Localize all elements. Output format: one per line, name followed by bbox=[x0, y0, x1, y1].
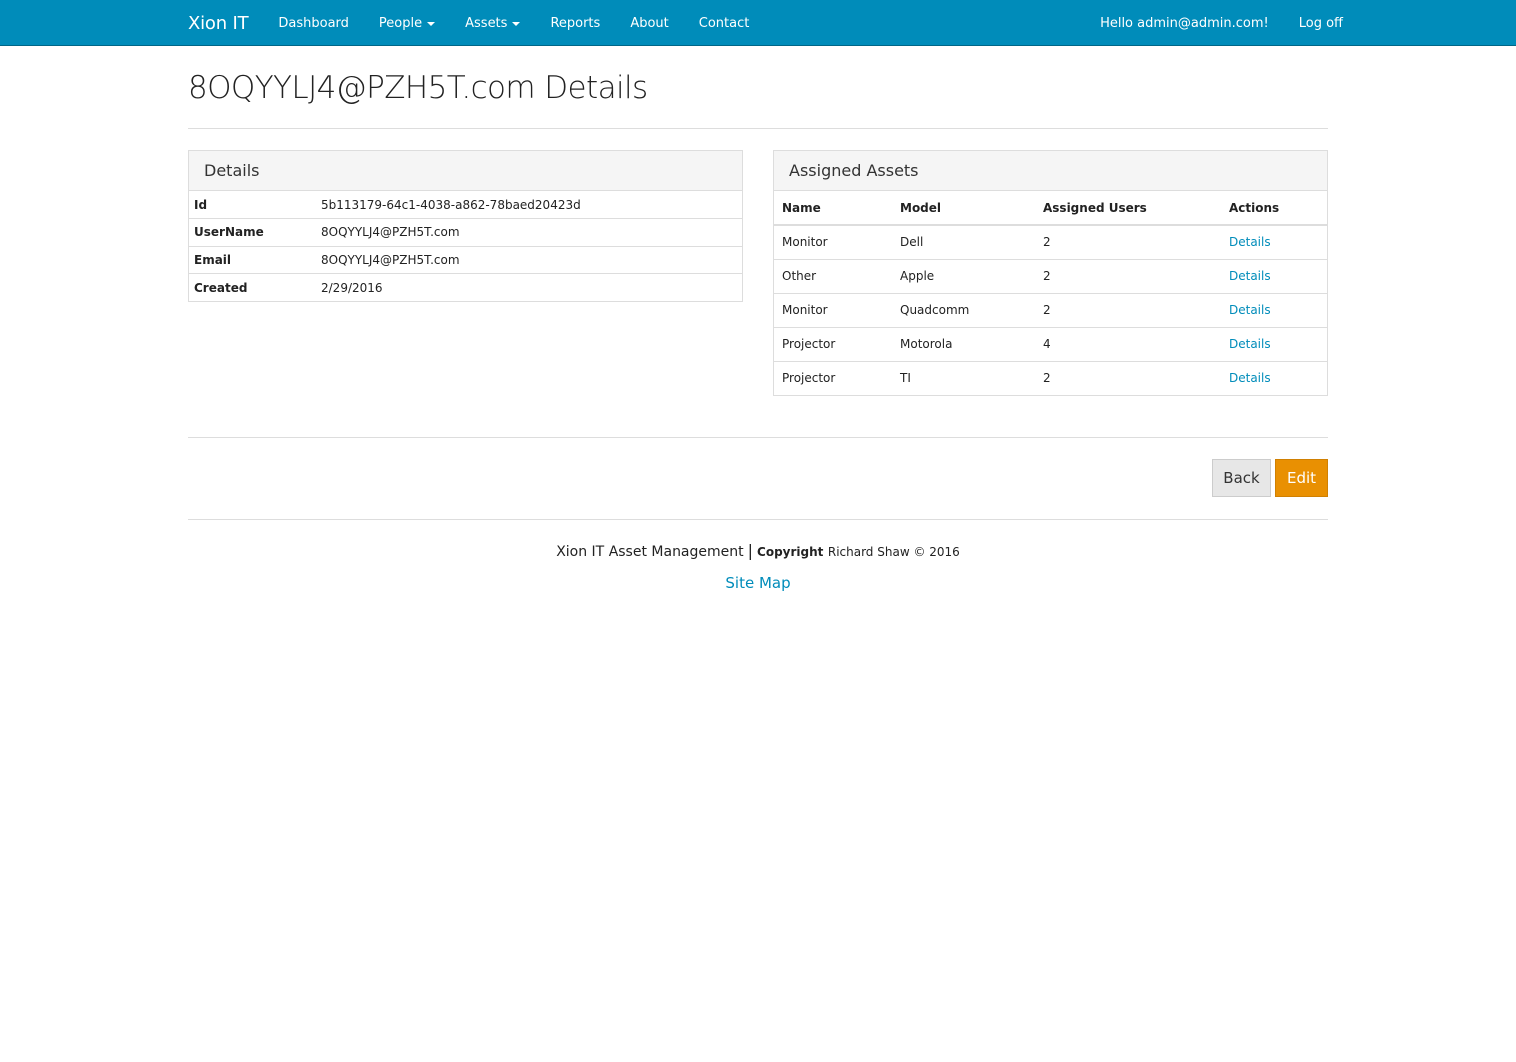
table-row: Monitor Dell 2 Details bbox=[774, 225, 1327, 259]
details-row-username: UserName 8OQYYLJ4@PZH5T.com bbox=[189, 218, 742, 246]
details-panel: Details Id 5b113179-64c1-4038-a862-78bae… bbox=[188, 150, 743, 302]
table-row: Projector Motorola 4 Details bbox=[774, 326, 1327, 361]
asset-name: Projector bbox=[774, 326, 892, 361]
asset-details-link[interactable]: Details bbox=[1229, 371, 1271, 385]
column-header-name: Name bbox=[774, 191, 892, 226]
caret-down-icon bbox=[512, 22, 521, 26]
title-divider bbox=[188, 128, 1328, 129]
nav-item-dashboard-label: Dashboard bbox=[278, 15, 349, 31]
nav-item-people[interactable]: People bbox=[364, 0, 450, 46]
nav-item-assets-label: Assets bbox=[465, 15, 508, 31]
assigned-assets-table: Name Model Assigned Users Actions Monito… bbox=[774, 191, 1327, 395]
asset-details-link[interactable]: Details bbox=[1229, 269, 1271, 283]
nav-item-about[interactable]: About bbox=[615, 0, 683, 46]
table-row: Monitor Quadcomm 2 Details bbox=[774, 292, 1327, 327]
footer-copyright: Xion IT Asset Management | Copyright Richa… bbox=[188, 541, 1328, 560]
details-row-id: Id 5b113179-64c1-4038-a862-78baed20423d bbox=[189, 191, 742, 219]
sitemap-link[interactable]: Site Map bbox=[725, 574, 790, 592]
brand-link[interactable]: Xion IT bbox=[188, 13, 249, 34]
column-header-assigned-users: Assigned Users bbox=[1035, 191, 1221, 226]
nav-item-assets[interactable]: Assets bbox=[450, 0, 535, 46]
asset-model: TI bbox=[892, 360, 1035, 395]
details-row-created: Created 2/29/2016 bbox=[189, 273, 742, 301]
details-label: Created bbox=[189, 273, 316, 301]
nav-item-contact[interactable]: Contact bbox=[684, 0, 765, 46]
asset-model: Motorola bbox=[892, 326, 1035, 361]
asset-name: Monitor bbox=[782, 235, 828, 250]
table-header-row: Name Model Assigned Users Actions bbox=[774, 191, 1327, 226]
user-greeting-link[interactable]: Hello admin@admin.com! bbox=[1085, 0, 1284, 46]
details-value: 8OQYYLJ4@PZH5T.com bbox=[316, 218, 742, 246]
asset-model: Dell bbox=[900, 235, 924, 250]
details-value: 2/29/2016 bbox=[316, 273, 742, 301]
asset-assigned-users: 2 bbox=[1035, 360, 1221, 395]
asset-details-link[interactable]: Details bbox=[1229, 235, 1271, 249]
assigned-assets-heading: Assigned Assets bbox=[774, 151, 1327, 191]
footer-copyright-text: Richard Shaw © 2016 bbox=[827, 545, 960, 559]
content-divider bbox=[188, 437, 1328, 438]
nav-item-dashboard[interactable]: Dashboard bbox=[263, 0, 364, 46]
details-value: 8OQYYLJ4@PZH5T.com bbox=[316, 245, 742, 274]
column-header-model: Model bbox=[892, 191, 1035, 226]
asset-assigned-users: 2 bbox=[1035, 292, 1221, 327]
page-title: 8OQYYLJ4@PZH5T.com Details bbox=[188, 70, 648, 106]
nav-item-reports[interactable]: Reports bbox=[535, 0, 615, 46]
nav-item-people-label: People bbox=[378, 15, 423, 31]
asset-details-link[interactable]: Details bbox=[1229, 303, 1271, 317]
nav-item-contact-label: Contact bbox=[698, 15, 750, 31]
navbar-inner: Xion IT Dashboard People Assets Reports … bbox=[188, 0, 1343, 46]
asset-assigned-users: 4 bbox=[1035, 326, 1221, 361]
table-row: Other Apple 2 Details bbox=[774, 258, 1327, 293]
table-row: Projector TI 2 Details bbox=[774, 360, 1327, 395]
details-table: Id 5b113179-64c1-4038-a862-78baed20423d … bbox=[189, 191, 742, 301]
footer-copyright-label: Copyright bbox=[757, 545, 824, 559]
back-button[interactable]: Back bbox=[1212, 459, 1271, 497]
assigned-assets-panel: Assigned Assets Name Model Assigned User… bbox=[773, 150, 1328, 396]
nav-item-about-label: About bbox=[630, 15, 669, 31]
asset-name: Projector bbox=[774, 360, 892, 395]
edit-button[interactable]: Edit bbox=[1275, 459, 1328, 497]
footer-sitemap-container: Site Map bbox=[188, 574, 1328, 592]
nav-item-reports-label: Reports bbox=[550, 15, 601, 31]
asset-model: Apple bbox=[892, 258, 1035, 293]
details-label: Email bbox=[189, 245, 316, 274]
asset-assigned-users: 2 bbox=[1043, 235, 1051, 250]
details-value: 5b113179-64c1-4038-a862-78baed20423d bbox=[321, 197, 581, 212]
asset-details-link[interactable]: Details bbox=[1229, 337, 1271, 351]
asset-model: Quadcomm bbox=[892, 292, 1035, 327]
navbar-right: Hello admin@admin.com! Log off bbox=[1085, 0, 1343, 46]
caret-down-icon bbox=[427, 22, 436, 26]
details-label: Id bbox=[194, 197, 208, 212]
details-panel-heading: Details bbox=[189, 151, 742, 191]
footer-divider bbox=[188, 519, 1328, 520]
details-label: UserName bbox=[189, 218, 316, 246]
footer-separator: | bbox=[747, 541, 754, 560]
details-row-email: Email 8OQYYLJ4@PZH5T.com bbox=[189, 245, 742, 274]
asset-name: Other bbox=[774, 258, 892, 293]
footer-app-name: Xion IT Asset Management bbox=[556, 544, 744, 560]
column-header-actions: Actions bbox=[1221, 191, 1327, 226]
asset-assigned-users: 2 bbox=[1035, 258, 1221, 293]
asset-name: Monitor bbox=[774, 292, 892, 327]
top-navbar: Xion IT Dashboard People Assets Reports … bbox=[0, 0, 1516, 46]
logoff-link[interactable]: Log off bbox=[1284, 0, 1343, 46]
